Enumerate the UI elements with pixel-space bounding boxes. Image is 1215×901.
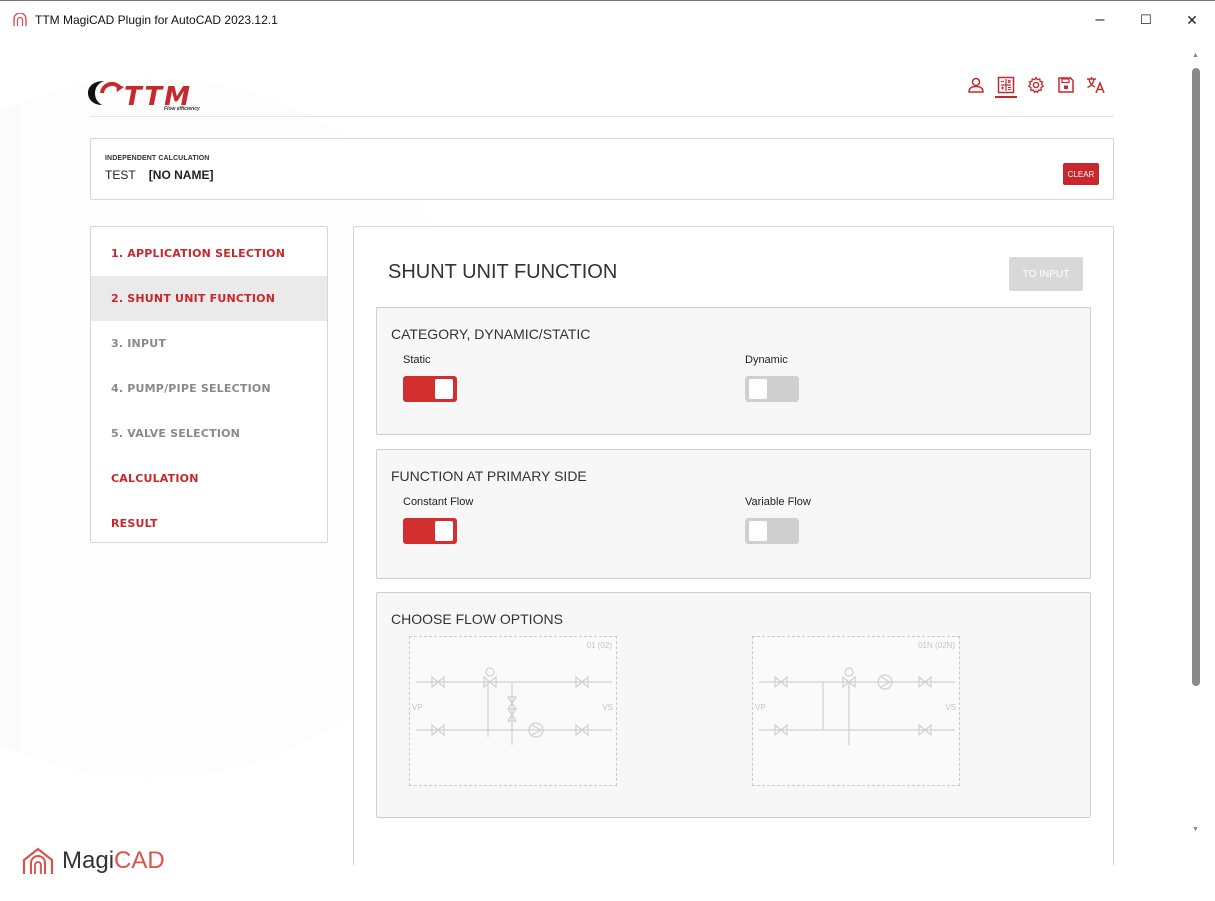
gear-icon[interactable] <box>1025 74 1047 96</box>
magicad-logo-icon <box>22 847 54 874</box>
client-area: TTM Flow efficiency INDEPENDENT CALCULAT… <box>0 38 1215 901</box>
static-option: Static <box>403 354 457 402</box>
dynamic-toggle[interactable] <box>745 376 799 402</box>
variable-flow-label: Variable Flow <box>745 496 811 508</box>
project-title-value: [NO NAME] <box>148 168 214 182</box>
variable-flow-option: Variable Flow <box>745 496 811 544</box>
project-card: INDEPENDENT CALCULATION TEST [NO NAME] C… <box>90 138 1114 200</box>
magicad-logo-text: MagiCAD <box>62 847 165 875</box>
dynamic-label: Dynamic <box>745 354 788 366</box>
vertical-scrollbar[interactable]: ▲ ▼ <box>1187 50 1205 835</box>
ttm-logo: TTM Flow efficiency <box>86 74 236 114</box>
flow-option-01[interactable]: 01 (02) VP VS <box>409 636 617 786</box>
nav-item-pump-pipe-selection[interactable]: 4. PUMP/PIPE SELECTION <box>91 366 327 411</box>
page-title: SHUNT UNIT FUNCTION <box>388 261 618 283</box>
magicad-brand-a: Magi <box>62 847 115 874</box>
scroll-up-icon[interactable]: ▲ <box>1192 52 1199 59</box>
scroll-down-icon[interactable]: ▼ <box>1192 826 1199 833</box>
nav-item-application-selection[interactable]: 1. APPLICATION SELECTION <box>91 231 327 276</box>
section-title: FUNCTION AT PRIMARY SIDE <box>391 468 587 484</box>
minimize-button[interactable]: – <box>1077 1 1123 39</box>
magicad-brand-b: CAD <box>114 847 165 874</box>
user-icon[interactable] <box>965 74 987 96</box>
calculation-type-label: INDEPENDENT CALCULATION <box>105 155 210 162</box>
dynamic-option: Dynamic <box>745 354 799 402</box>
main-panel: SHUNT UNIT FUNCTION TO INPUT CATEGORY, D… <box>353 226 1114 866</box>
clear-button[interactable]: CLEAR <box>1063 163 1099 185</box>
flow-option-01n[interactable]: 01N (02N) VP VS <box>752 636 960 786</box>
constant-flow-option: Constant Flow <box>403 496 473 544</box>
section-title: CATEGORY, DYNAMIC/STATIC <box>391 326 591 342</box>
project-name-value: TEST <box>105 168 136 182</box>
nav-item-valve-selection[interactable]: 5. VALVE SELECTION <box>91 411 327 456</box>
project-name: TEST [NO NAME] <box>105 168 213 182</box>
to-input-button[interactable]: TO INPUT <box>1009 257 1083 291</box>
window-title: TTM MagiCAD Plugin for AutoCAD 2023.12.1 <box>35 12 278 27</box>
shunt-diagram-icon <box>416 667 612 745</box>
translate-icon[interactable] <box>1085 74 1107 96</box>
calculator-icon[interactable] <box>995 74 1017 98</box>
static-label: Static <box>403 354 431 366</box>
category-section: CATEGORY, DYNAMIC/STATIC Static Dynamic <box>376 307 1091 435</box>
variable-flow-toggle[interactable] <box>745 518 799 544</box>
ttm-logo-tagline: Flow efficiency <box>164 106 200 112</box>
header-divider <box>90 116 1114 117</box>
static-toggle[interactable] <box>403 376 457 402</box>
scrollbar-thumb[interactable] <box>1192 68 1200 686</box>
magicad-app-icon <box>12 12 28 28</box>
constant-flow-label: Constant Flow <box>403 496 474 508</box>
shunt-diagram-icon <box>759 667 955 745</box>
primary-side-section: FUNCTION AT PRIMARY SIDE Constant Flow V… <box>376 449 1091 579</box>
nav-item-shunt-unit-function[interactable]: 2. SHUNT UNIT FUNCTION <box>91 276 327 321</box>
magicad-logo: MagiCAD <box>22 846 165 876</box>
step-navigation: 1. APPLICATION SELECTION 2. SHUNT UNIT F… <box>90 226 328 543</box>
section-title: CHOOSE FLOW OPTIONS <box>391 611 563 627</box>
maximize-button[interactable]: ☐ <box>1123 1 1169 39</box>
nav-item-calculation[interactable]: CALCULATION <box>91 456 327 501</box>
window-titlebar[interactable]: TTM MagiCAD Plugin for AutoCAD 2023.12.1… <box>0 0 1215 38</box>
flow-options-section: CHOOSE FLOW OPTIONS 01 (02) VP VS 01N (0… <box>376 592 1091 818</box>
nav-item-result[interactable]: RESULT <box>91 501 327 546</box>
header-toolbar <box>965 74 1107 98</box>
nav-item-input[interactable]: 3. INPUT <box>91 321 327 366</box>
close-button[interactable]: ✕ <box>1169 1 1215 39</box>
constant-flow-toggle[interactable] <box>403 518 457 544</box>
save-icon[interactable] <box>1055 74 1077 96</box>
